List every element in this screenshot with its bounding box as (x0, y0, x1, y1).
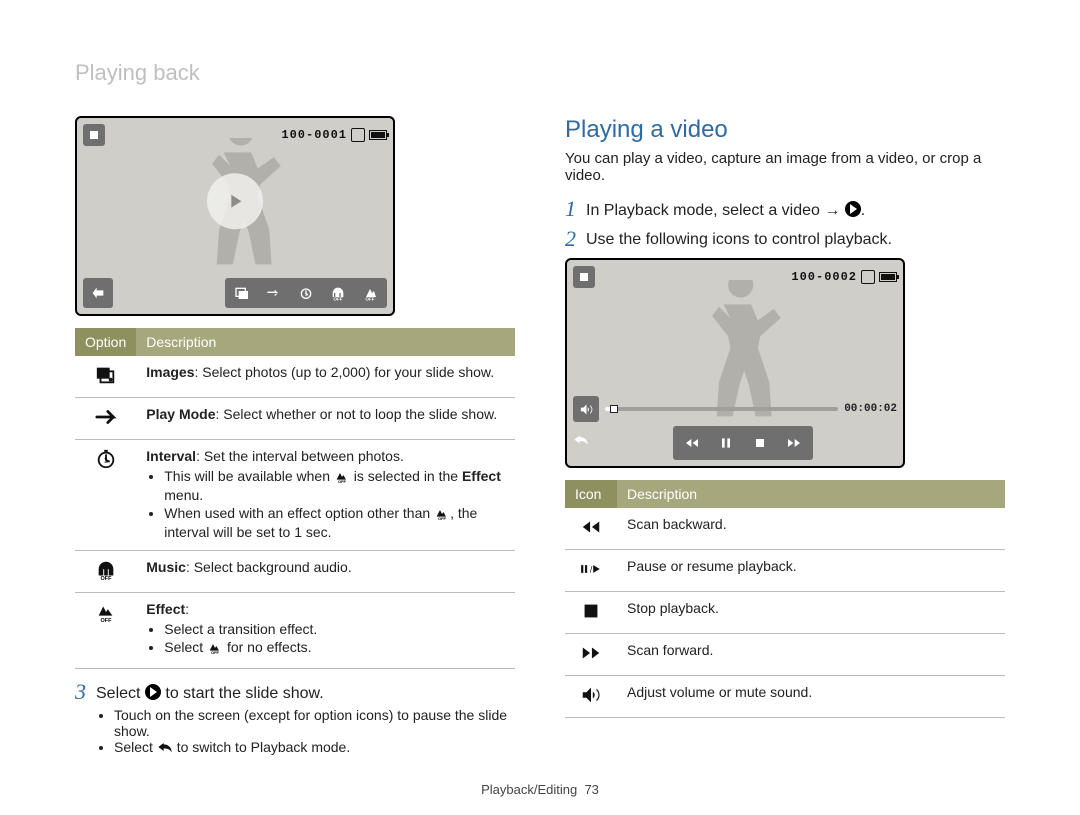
back-icon (83, 278, 113, 308)
back-icon (573, 433, 589, 454)
svg-text:1: 1 (305, 292, 308, 297)
play-icon (145, 684, 161, 700)
playback-controls (673, 426, 813, 460)
elapsed-time: 00:00:02 (844, 403, 897, 415)
slideshow-options-bar: 1 OFF OFF (225, 278, 387, 308)
images-icon (75, 356, 136, 398)
forward-icon (565, 634, 617, 676)
section-lead: You can play a video, capture an image f… (565, 150, 1005, 184)
effect-icon: OFF (75, 593, 136, 669)
svg-text:OFF: OFF (365, 296, 374, 301)
music-option-icon: OFF (324, 281, 352, 305)
effect-option-icon: OFF (356, 281, 384, 305)
battery-icon (369, 130, 387, 140)
step-2: 2 Use the following icons to control pla… (565, 228, 1005, 250)
effect-off-icon: OFF (334, 470, 350, 487)
play-icon (207, 173, 263, 229)
table-row: OFF Effect: Select a transition effect. … (75, 593, 515, 669)
effect-off-icon: OFF (434, 507, 450, 524)
table-row: Scan backward. (565, 508, 1005, 550)
rewind-icon (565, 508, 617, 550)
memory-card-icon (351, 128, 365, 142)
options-table: Option Description Images: Select photos… (75, 328, 515, 669)
video-playback-screenshot: 100-0002 00:00:02 (565, 258, 905, 468)
pause-icon (711, 430, 741, 456)
svg-text:/: / (590, 564, 593, 574)
slideshow-screenshot: 100-0001 (75, 116, 395, 316)
music-icon: OFF (75, 551, 136, 593)
memory-card-icon (861, 270, 875, 284)
svg-text:OFF: OFF (333, 296, 342, 301)
svg-text:OFF: OFF (338, 479, 347, 484)
table-row: Images: Select photos (up to 2,000) for … (75, 356, 515, 398)
table-row: Adjust volume or mute sound. (565, 676, 1005, 718)
step-1: 1 In Playback mode, select a video → . (565, 198, 1005, 220)
table-row: Stop playback. (565, 592, 1005, 634)
page-footer: Playback/Editing 73 (0, 782, 1080, 797)
table-row: OFF Music: Select background audio. (75, 551, 515, 593)
interval-option-icon: 1 (292, 281, 320, 305)
svg-text:OFF: OFF (438, 516, 447, 521)
right-column: Playing a video You can play a video, ca… (565, 116, 1005, 765)
rewind-icon (677, 430, 707, 456)
back-arrow-icon (157, 740, 173, 757)
play-icon (845, 201, 861, 217)
images-option-icon (228, 281, 256, 305)
playmode-option-icon (260, 281, 288, 305)
progress-bar (605, 407, 838, 411)
options-header-option: Option (75, 328, 136, 356)
playback-mode-icon (83, 124, 105, 146)
forward-icon (779, 430, 809, 456)
table-row: / Pause or resume playback. (565, 550, 1005, 592)
stop-icon (745, 430, 775, 456)
step-3: 3 Select to start the slide show. Touch … (75, 681, 515, 757)
svg-text:OFF: OFF (100, 576, 112, 581)
stop-icon (565, 592, 617, 634)
effect-off-icon: OFF (207, 641, 223, 658)
section-title: Playing a video (565, 116, 1005, 144)
icons-header-description: Description (617, 480, 1005, 508)
playmode-icon (75, 398, 136, 440)
interval-icon: 1 (75, 440, 136, 551)
svg-text:OFF: OFF (211, 650, 220, 655)
table-row: 1 Interval: Set the interval between pho… (75, 440, 515, 551)
svg-text:1: 1 (104, 456, 108, 465)
page-header: Playing back (75, 60, 1005, 86)
left-column: 100-0001 (75, 116, 515, 765)
pause-play-icon: / (565, 550, 617, 592)
battery-icon (879, 272, 897, 282)
volume-icon (565, 676, 617, 718)
icons-header-icon: Icon (565, 480, 617, 508)
volume-icon (573, 396, 599, 422)
options-header-description: Description (136, 328, 515, 356)
table-row: Scan forward. (565, 634, 1005, 676)
icons-table: Icon Description Scan backward. / Pause … (565, 480, 1005, 718)
playback-mode-icon (573, 266, 595, 288)
table-row: Play Mode: Select whether or not to loop… (75, 398, 515, 440)
svg-text:OFF: OFF (100, 618, 112, 623)
